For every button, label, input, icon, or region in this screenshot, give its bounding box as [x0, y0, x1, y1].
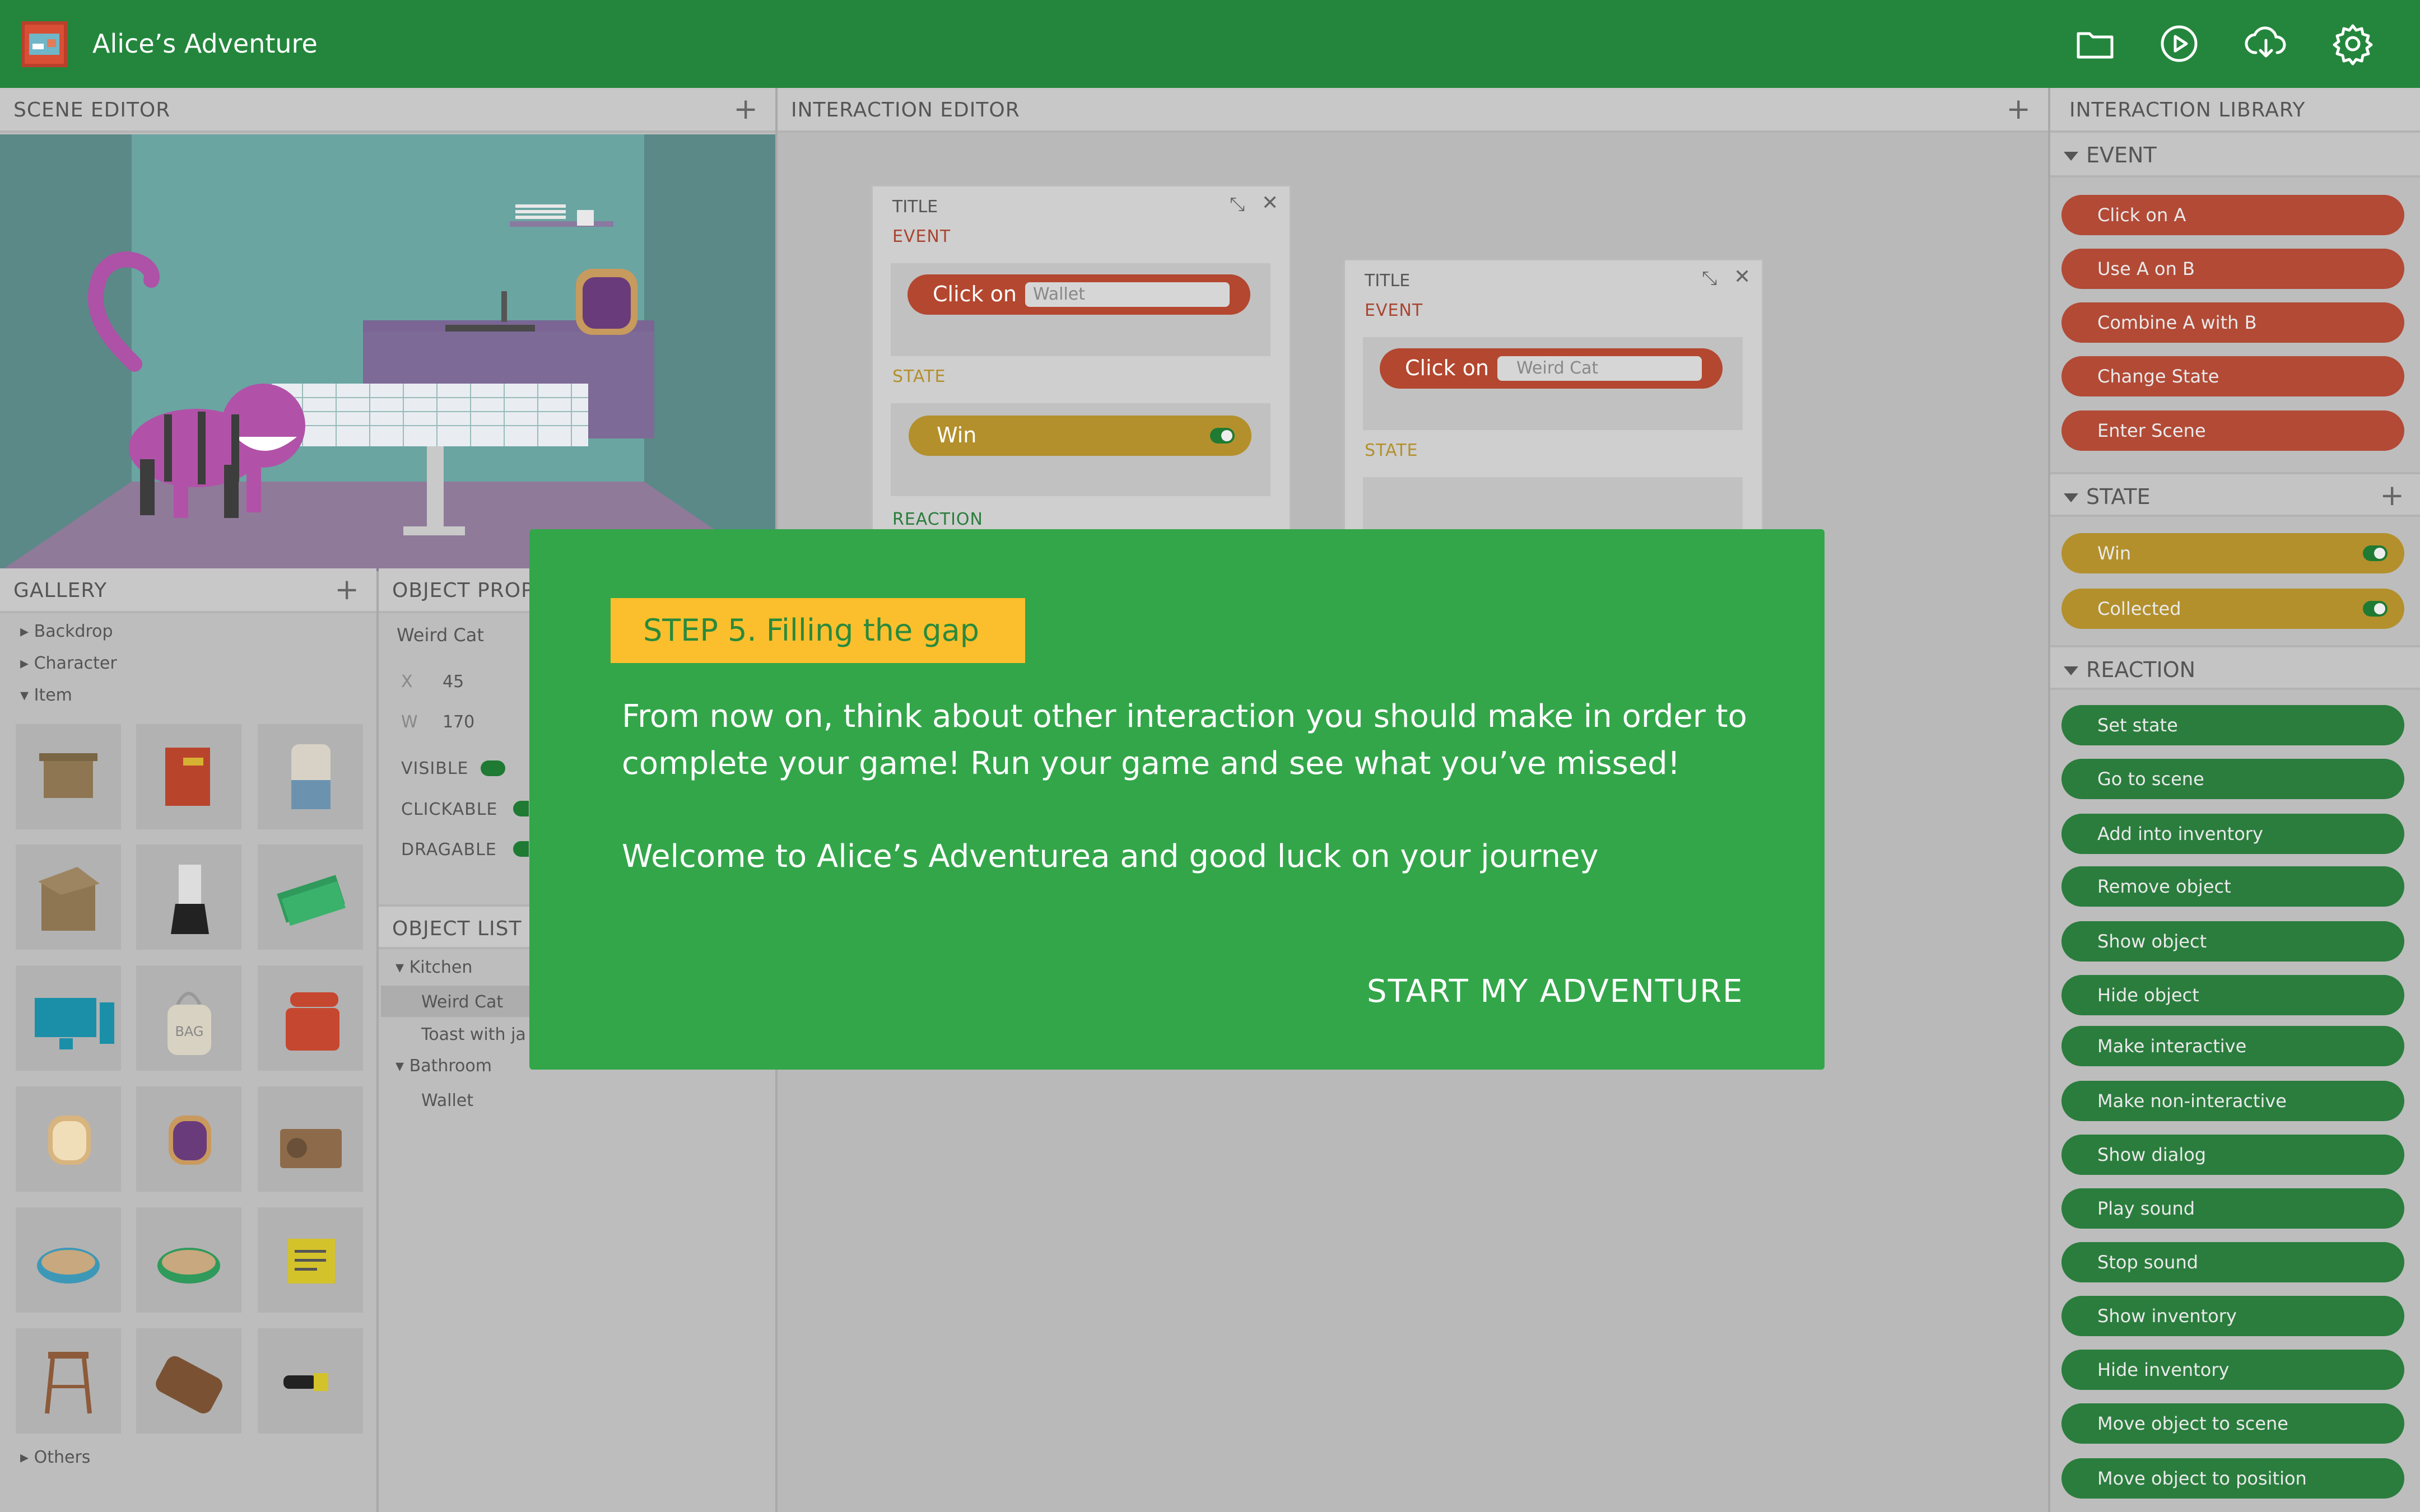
modal-instruction-text: From now on, think about other interacti… — [622, 698, 1747, 782]
folder-icon[interactable] — [2073, 21, 2118, 66]
top-bar — [0, 0, 2420, 88]
download-icon[interactable] — [2244, 21, 2288, 66]
modal-welcome-text: Welcome to Alice’s Adventurea and good l… — [622, 838, 1599, 875]
start-adventure-button[interactable]: START MY ADVENTURE — [1367, 973, 1743, 1010]
modal-step-badge: STEP 5. Filling the gap — [611, 598, 1025, 663]
play-icon[interactable] — [2157, 21, 2202, 66]
gear-icon[interactable] — [2330, 21, 2375, 66]
app-logo — [21, 21, 67, 67]
app-title: Alice’s Adventure — [92, 29, 318, 59]
